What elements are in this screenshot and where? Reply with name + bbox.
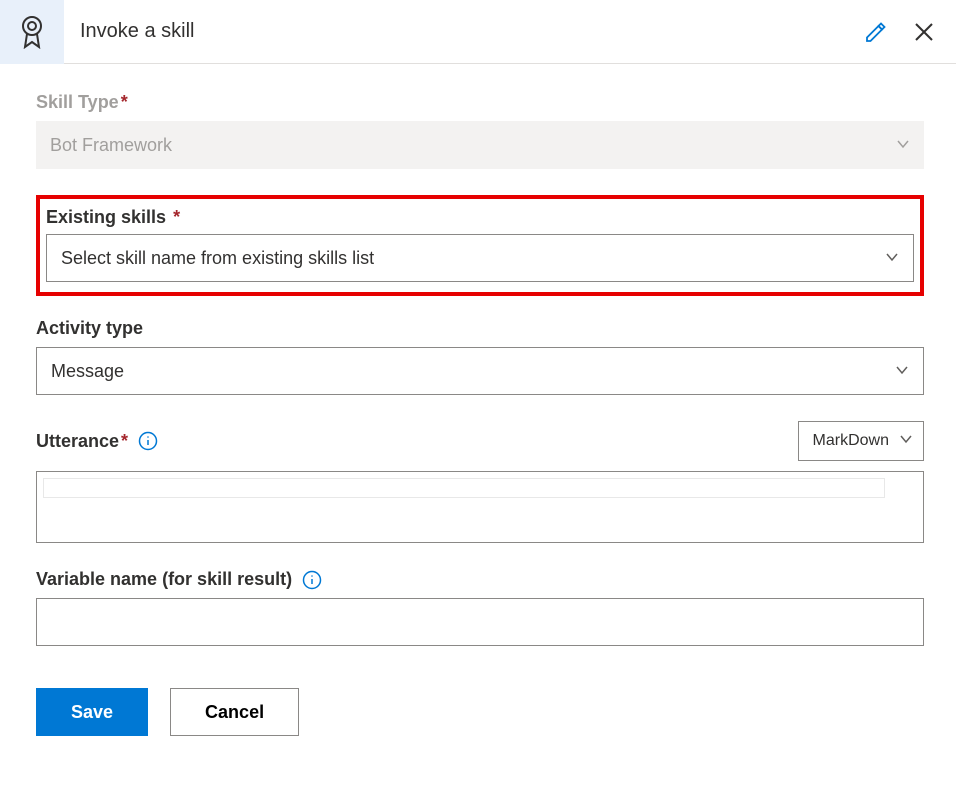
activity-type-select[interactable]: Message bbox=[36, 347, 924, 395]
save-button[interactable]: Save bbox=[36, 688, 148, 736]
chevron-down-icon bbox=[885, 248, 899, 269]
panel-title: Invoke a skill bbox=[64, 20, 856, 43]
skill-type-label: Skill Type* bbox=[36, 92, 128, 113]
existing-skills-field: Existing skills * Select skill name from… bbox=[46, 207, 914, 282]
skill-type-select: Bot Framework bbox=[36, 121, 924, 169]
utterance-format-value: MarkDown bbox=[813, 432, 889, 450]
chevron-down-icon bbox=[899, 432, 913, 451]
activity-type-value: Message bbox=[51, 361, 124, 382]
required-marker: * bbox=[121, 431, 128, 451]
close-button[interactable] bbox=[904, 12, 944, 52]
utterance-inner-line bbox=[43, 478, 885, 498]
cancel-button[interactable]: Cancel bbox=[170, 688, 299, 736]
utterance-label-text: Utterance bbox=[36, 431, 119, 451]
utterance-textarea[interactable] bbox=[36, 471, 924, 543]
required-marker: * bbox=[121, 92, 128, 112]
utterance-format-select[interactable]: MarkDown bbox=[798, 421, 924, 461]
existing-skills-placeholder: Select skill name from existing skills l… bbox=[61, 248, 374, 269]
header-actions bbox=[856, 12, 956, 52]
skill-badge-icon bbox=[0, 0, 64, 64]
utterance-label-row: Utterance* MarkDown bbox=[36, 421, 924, 461]
utterance-label: Utterance* bbox=[36, 431, 128, 452]
panel-header: Invoke a skill bbox=[0, 0, 956, 64]
info-icon[interactable] bbox=[138, 431, 158, 451]
edit-button[interactable] bbox=[856, 12, 896, 52]
activity-type-label: Activity type bbox=[36, 318, 143, 339]
existing-skills-highlight: Existing skills * Select skill name from… bbox=[36, 195, 924, 296]
info-icon[interactable] bbox=[302, 570, 322, 590]
variable-name-field: Variable name (for skill result) bbox=[36, 569, 924, 646]
skill-type-field: Skill Type* Bot Framework bbox=[36, 92, 924, 169]
button-row: Save Cancel bbox=[36, 688, 924, 736]
pencil-icon bbox=[864, 20, 888, 44]
skill-type-value: Bot Framework bbox=[50, 135, 172, 156]
activity-type-field: Activity type Message bbox=[36, 318, 924, 395]
variable-name-label-group: Variable name (for skill result) bbox=[36, 569, 924, 590]
variable-name-label: Variable name (for skill result) bbox=[36, 569, 292, 590]
chevron-down-icon bbox=[895, 361, 909, 382]
existing-skills-label-text: Existing skills bbox=[46, 207, 166, 227]
close-icon bbox=[912, 20, 936, 44]
utterance-label-group: Utterance* bbox=[36, 431, 158, 452]
required-marker: * bbox=[173, 207, 180, 227]
skill-type-label-text: Skill Type bbox=[36, 92, 119, 112]
existing-skills-label: Existing skills * bbox=[46, 207, 180, 228]
form-content: Skill Type* Bot Framework Existing skill… bbox=[0, 64, 956, 768]
existing-skills-select[interactable]: Select skill name from existing skills l… bbox=[46, 234, 914, 282]
variable-name-input[interactable] bbox=[36, 598, 924, 646]
utterance-field: Utterance* MarkDown bbox=[36, 421, 924, 543]
chevron-down-icon bbox=[896, 135, 910, 156]
